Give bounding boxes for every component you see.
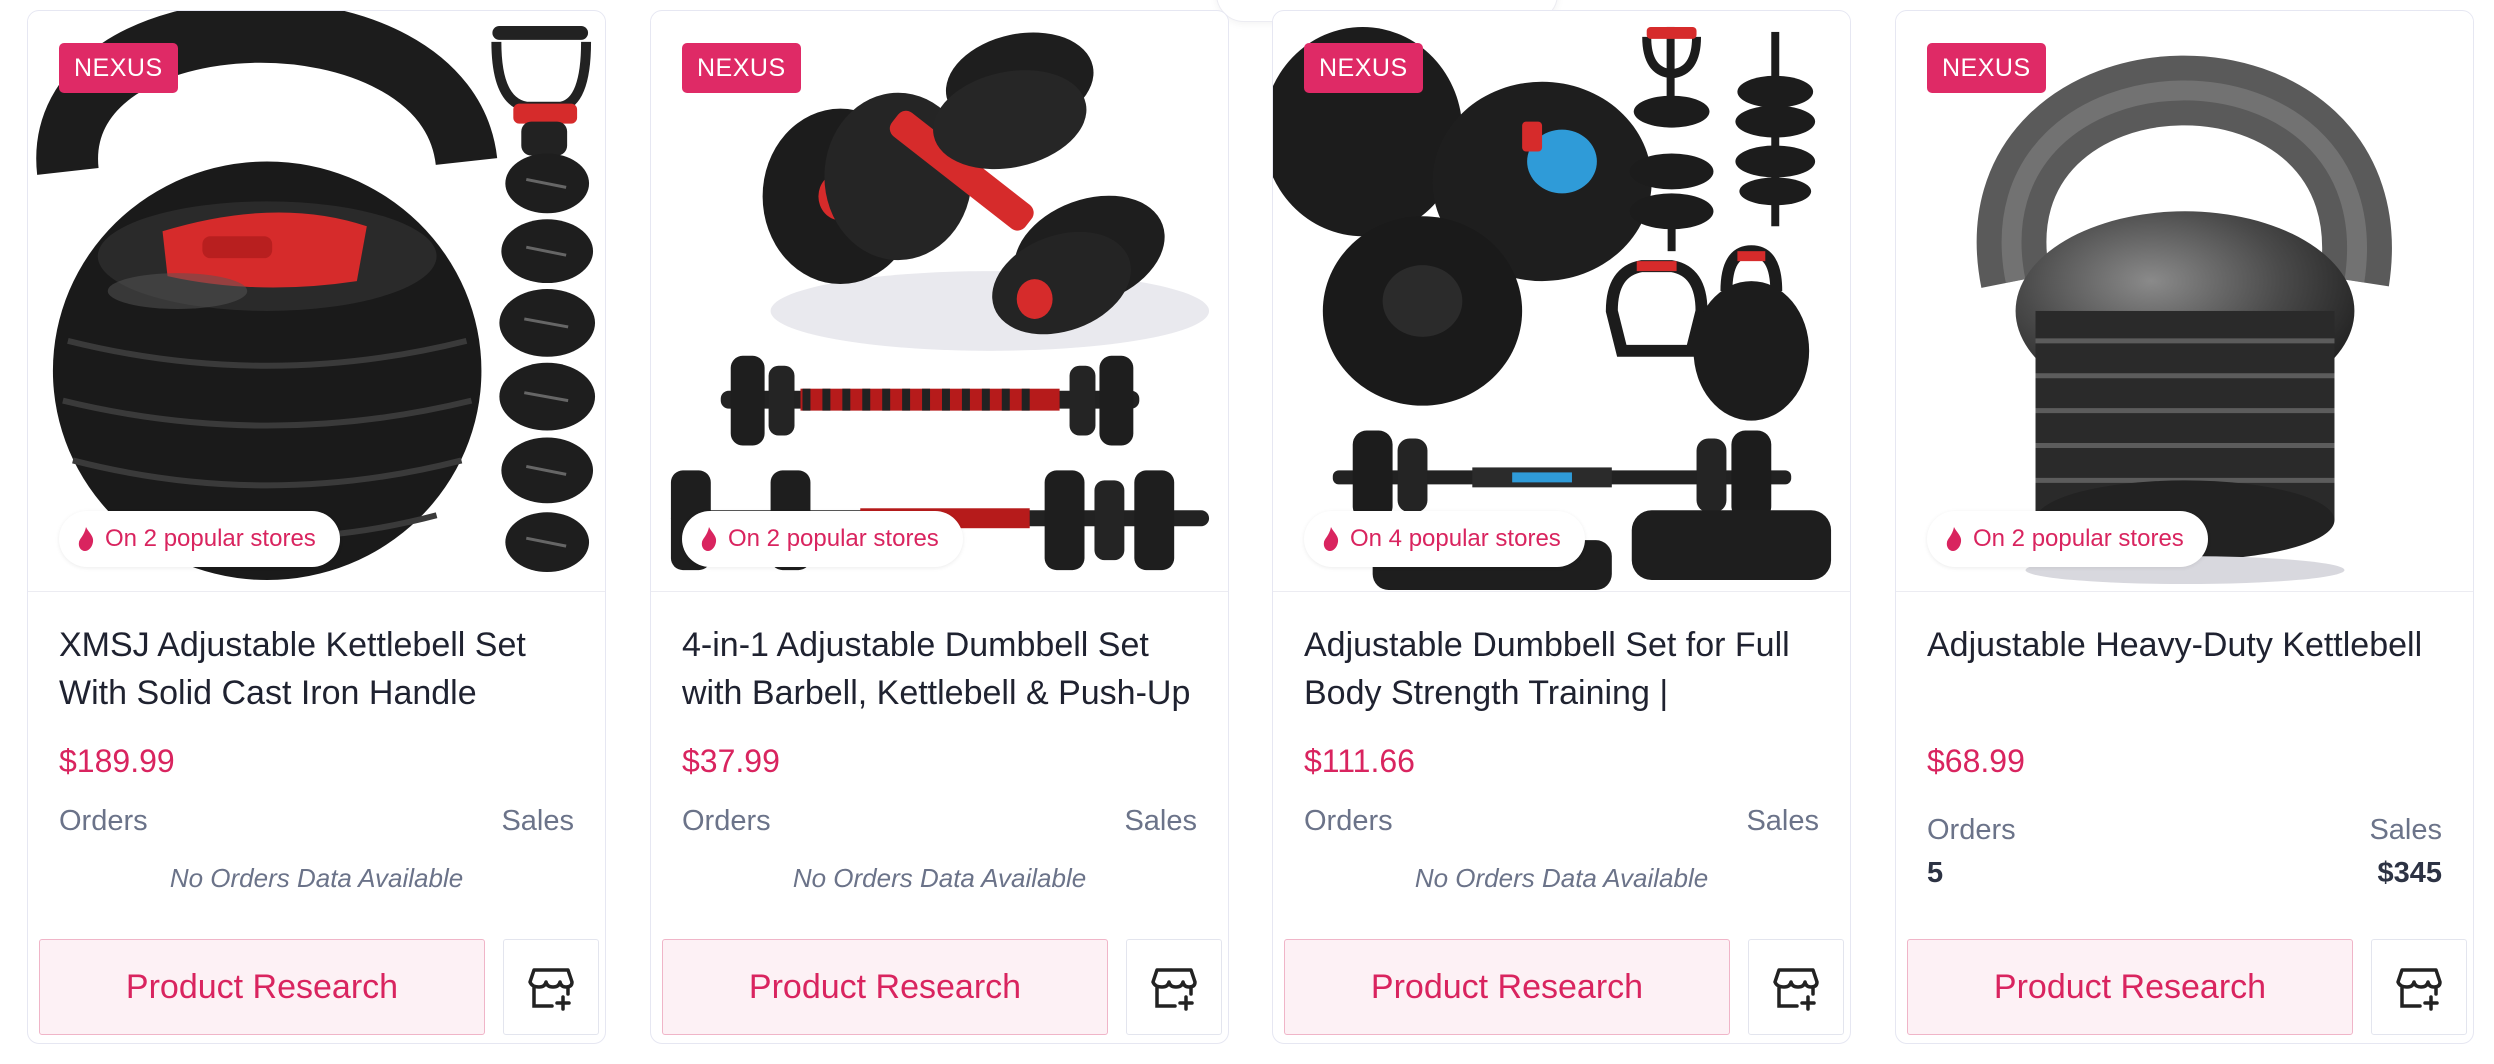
sales-label: Sales: [1124, 805, 1197, 837]
add-to-store-button[interactable]: [2371, 939, 2467, 1035]
popular-stores-label: On 2 popular stores: [1973, 525, 2184, 552]
orders-label: Orders: [1927, 814, 2016, 846]
product-research-button[interactable]: Product Research: [662, 939, 1108, 1035]
sales-value: $345: [2377, 857, 2442, 889]
orders-label: Orders: [59, 805, 148, 837]
popular-stores-badge[interactable]: On 2 popular stores: [59, 511, 340, 567]
product-title[interactable]: XMSJ Adjustable Kettlebell Set With Soli…: [59, 621, 575, 717]
product-price: $68.99: [1927, 743, 2025, 779]
product-image[interactable]: [28, 11, 605, 592]
add-to-store-button[interactable]: [1126, 939, 1222, 1035]
add-store-icon: [528, 968, 574, 1011]
orders-label: Orders: [682, 805, 771, 837]
product-price: $111.66: [1304, 743, 1415, 779]
fire-icon: [78, 527, 94, 551]
product-image[interactable]: [651, 11, 1228, 592]
brand-badge: NEXUS: [1304, 43, 1423, 93]
fire-icon: [1323, 527, 1339, 551]
popular-stores-badge[interactable]: On 2 popular stores: [682, 511, 963, 567]
add-store-icon: [1151, 968, 1197, 1011]
no-orders-message: No Orders Data Available: [1414, 863, 1709, 893]
product-research-button[interactable]: Product Research: [1284, 939, 1730, 1035]
orders-value: 5: [1927, 857, 1944, 889]
sales-label: Sales: [1746, 805, 1819, 837]
product-title[interactable]: Adjustable Heavy-Duty Kettlebell: [1927, 621, 2443, 669]
product-card[interactable]: NEXUS On 2 popular stores XMSJ Adjustabl…: [27, 10, 606, 1044]
product-research-button[interactable]: Product Research: [39, 939, 485, 1035]
popular-stores-badge[interactable]: On 2 popular stores: [1927, 511, 2208, 567]
brand-badge: NEXUS: [59, 43, 178, 93]
product-title[interactable]: 4-in-1 Adjustable Dumbbell Set with Barb…: [682, 621, 1198, 717]
brand-badge: NEXUS: [682, 43, 801, 93]
add-to-store-button[interactable]: [503, 939, 599, 1035]
product-research-button[interactable]: Product Research: [1907, 939, 2353, 1035]
product-image[interactable]: [1273, 11, 1850, 592]
sales-label: Sales: [501, 805, 574, 837]
add-to-store-button[interactable]: [1748, 939, 1844, 1035]
product-card[interactable]: NEXUS On 2 popular stores 4-in-1 Adjusta…: [650, 10, 1229, 1044]
popular-stores-label: On 2 popular stores: [105, 525, 316, 552]
sales-label: Sales: [2369, 814, 2442, 846]
dumbbell-set-image: [1273, 12, 1850, 590]
no-orders-message: No Orders Data Available: [169, 863, 464, 893]
no-orders-message: No Orders Data Available: [792, 863, 1087, 893]
product-price: $37.99: [682, 743, 780, 779]
dumbbell-set-image: [651, 12, 1228, 590]
fire-icon: [701, 527, 717, 551]
popular-stores-badge[interactable]: On 4 popular stores: [1304, 511, 1585, 567]
kettlebell-image: [1896, 12, 2473, 590]
product-image[interactable]: [1896, 11, 2473, 592]
kettlebell-set-image: [28, 11, 605, 590]
product-grid: NEXUS On 2 popular stores XMSJ Adjustabl…: [27, 10, 2477, 1046]
add-store-icon: [1773, 968, 1819, 1011]
brand-badge: NEXUS: [1927, 43, 2046, 93]
orders-label: Orders: [1304, 805, 1393, 837]
fire-icon: [1946, 527, 1962, 551]
product-price: $189.99: [59, 743, 175, 779]
product-card[interactable]: NEXUS On 2 popular stores Adjustable Hea…: [1895, 10, 2474, 1044]
product-card[interactable]: NEXUS On 4 popular stores Adjustable Dum…: [1272, 10, 1851, 1044]
product-title[interactable]: Adjustable Dumbbell Set for Full Body St…: [1304, 621, 1820, 717]
add-store-icon: [2396, 968, 2442, 1011]
popular-stores-label: On 4 popular stores: [1350, 525, 1561, 552]
popular-stores-label: On 2 popular stores: [728, 525, 939, 552]
